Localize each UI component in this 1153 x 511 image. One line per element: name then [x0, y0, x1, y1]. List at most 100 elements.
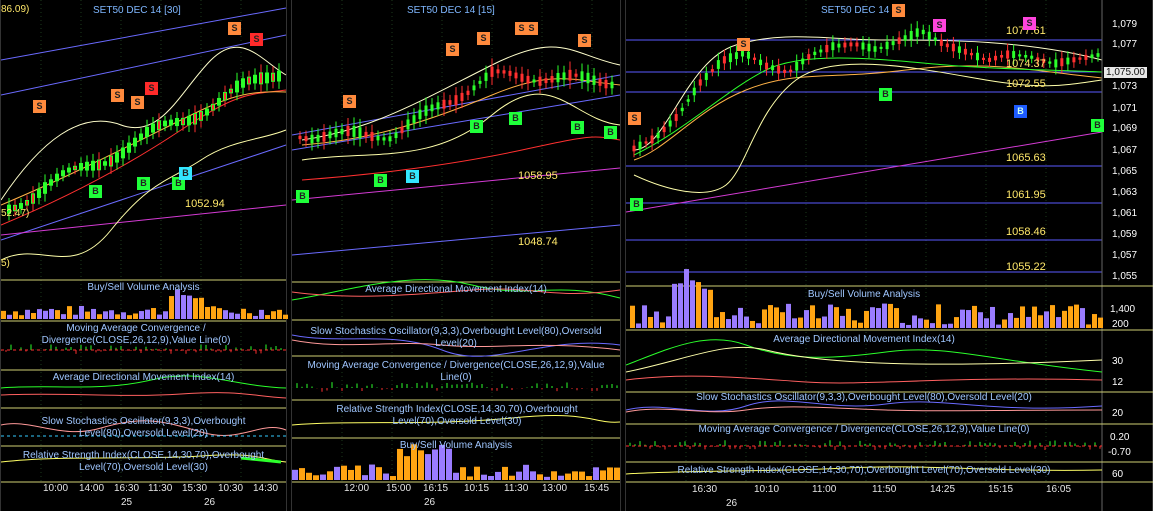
volume-bar	[966, 310, 971, 328]
buy-signal-icon[interactable]: B	[571, 121, 584, 134]
sell-signal-icon[interactable]: S	[737, 38, 750, 51]
volume-bar	[292, 469, 298, 480]
volume-bar	[91, 308, 96, 319]
buy-signal-icon[interactable]: B	[137, 177, 150, 190]
candle	[157, 120, 161, 131]
price-level-label: 1048.74	[518, 236, 558, 248]
candle	[316, 134, 320, 142]
candle	[789, 69, 793, 73]
sell-signal-icon[interactable]: S	[228, 22, 241, 35]
indicator-title-stoch: Slow Stochastics Oscillator(9,3,3),Overb…	[696, 392, 1032, 403]
volume-bar	[930, 323, 935, 328]
candle	[334, 128, 338, 138]
volume-bar	[924, 319, 929, 328]
y-tick: 1,077	[1112, 39, 1138, 50]
volume-bar	[163, 311, 168, 319]
sell-signal-icon[interactable]: S	[250, 33, 263, 46]
x-tick: 14:00	[79, 483, 105, 494]
volume-bar	[223, 310, 228, 319]
candle	[837, 43, 841, 48]
candle	[592, 75, 596, 85]
buy-signal-icon[interactable]: B	[1091, 119, 1104, 132]
buy-signal-icon[interactable]: B	[179, 167, 192, 180]
buy-signal-icon[interactable]: B	[1014, 105, 1027, 118]
buy-signal-icon[interactable]: B	[879, 88, 892, 101]
x-tick: 10:00	[43, 483, 69, 494]
candle	[632, 145, 636, 152]
buy-signal-icon[interactable]: B	[470, 120, 483, 133]
buy-signal-icon[interactable]: B	[509, 112, 522, 125]
buy-signal-icon[interactable]: B	[630, 198, 643, 211]
buy-signal-icon[interactable]: B	[604, 126, 617, 139]
chart-panel-15min[interactable]: SET50 DEC 14 [15] 1058.95 1048.74 S S S …	[291, 0, 621, 511]
candle	[975, 52, 979, 61]
sell-signal-icon[interactable]: S	[892, 4, 905, 17]
sell-signal-icon[interactable]: S	[1023, 17, 1036, 30]
chart-panel-30min[interactable]: SET50 DEC 14 [30] 86.09) 52.47) 5) 1052.…	[0, 0, 288, 511]
candle	[1060, 58, 1064, 67]
candle	[933, 37, 937, 41]
candle	[1072, 57, 1076, 63]
volume-bar	[792, 318, 797, 328]
candle	[496, 69, 500, 74]
candle	[115, 152, 119, 163]
candle	[556, 72, 560, 83]
volume-bar	[109, 310, 114, 319]
candle	[109, 155, 113, 167]
candle	[91, 160, 95, 171]
chart-panel-5min[interactable]: SET50 DEC 14 [5] 1,079 1,077 1,075.00 1,…	[625, 0, 1153, 511]
volume-bar	[299, 468, 305, 480]
sell-signal-icon[interactable]: S	[933, 19, 946, 32]
volume-bar	[804, 310, 809, 328]
price-level-label: 1065.63	[1006, 152, 1046, 164]
sell-signal-icon[interactable]: S	[525, 22, 538, 35]
buy-signal-icon[interactable]: B	[406, 170, 419, 183]
buy-signal-icon[interactable]: B	[296, 190, 309, 203]
volume-bar	[19, 315, 24, 319]
sell-signal-icon[interactable]: S	[131, 96, 144, 109]
volume-bar	[397, 448, 403, 480]
sell-signal-icon[interactable]: S	[578, 34, 591, 47]
volume-bar	[103, 311, 108, 319]
volume-bar	[636, 323, 641, 328]
volume-bar	[49, 308, 54, 319]
x-tick: 15:30	[182, 483, 208, 494]
volume-bar	[714, 317, 719, 328]
x-tick: 15:15	[988, 484, 1014, 495]
buy-signal-icon[interactable]: B	[374, 174, 387, 187]
volume-bar	[840, 315, 845, 328]
volume-bar	[348, 469, 354, 480]
date-tick: 26	[424, 497, 436, 508]
sell-signal-icon[interactable]: S	[477, 32, 490, 45]
volume-bar	[67, 306, 72, 319]
volume-bar	[259, 309, 264, 319]
candle	[939, 39, 943, 46]
candle	[644, 141, 648, 144]
candle	[277, 70, 281, 82]
volume-bar	[1008, 313, 1013, 328]
candle	[638, 141, 642, 150]
volume-bar	[551, 471, 557, 480]
sell-signal-icon[interactable]: S	[145, 82, 158, 95]
candle	[650, 135, 654, 144]
volume-bar	[85, 311, 90, 319]
buy-signal-icon[interactable]: B	[89, 185, 102, 198]
sell-signal-icon[interactable]: S	[111, 89, 124, 102]
y-tick: 1,065	[1112, 166, 1138, 177]
volume-bar	[530, 471, 536, 480]
date-tick: 26	[726, 498, 738, 509]
sell-signal-icon[interactable]: S	[628, 112, 641, 125]
volume-bar	[523, 464, 529, 480]
sell-signal-icon[interactable]: S	[33, 100, 46, 113]
volume-bar	[780, 312, 785, 328]
x-tick: 14:25	[930, 484, 956, 495]
sell-signal-icon[interactable]: S	[343, 95, 356, 108]
candle	[538, 76, 542, 86]
last-price-badge: 1,075.00	[1104, 67, 1147, 78]
sell-signal-icon[interactable]: S	[446, 43, 459, 56]
volume-bar	[271, 311, 276, 319]
volume-bar	[906, 324, 911, 328]
candle	[722, 56, 726, 64]
candle	[490, 66, 494, 77]
candle	[271, 72, 275, 82]
